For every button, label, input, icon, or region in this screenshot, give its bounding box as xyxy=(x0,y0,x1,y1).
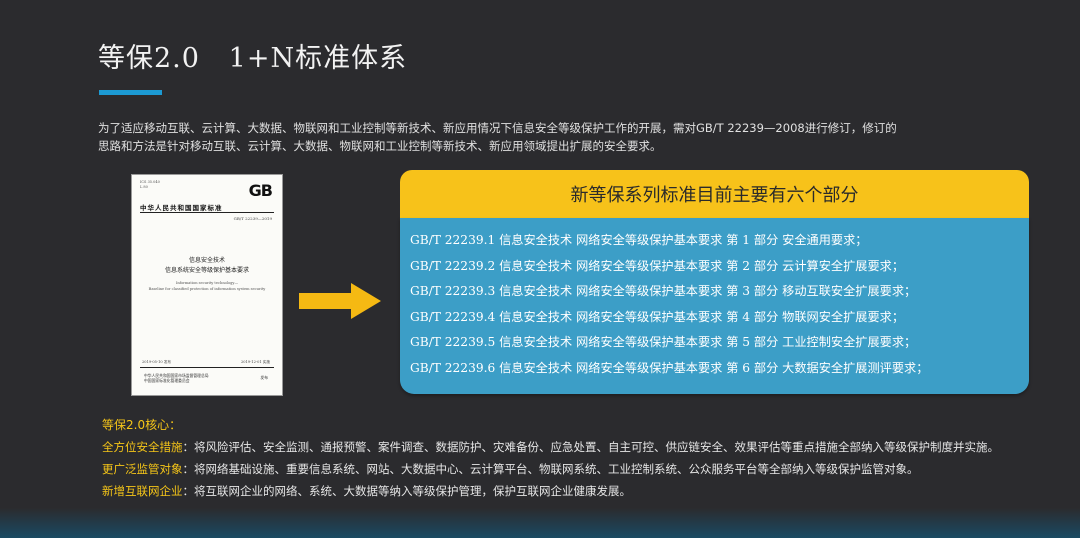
doc-issue-date: 2019-05-10 发布 xyxy=(142,360,172,364)
doc-ics: ICS 35.040 xyxy=(140,180,160,184)
doc-org: 中华人民共和国国家标准 xyxy=(140,204,223,212)
standard-item: GB/T 22239.1 信息安全技术 网络安全等级保护基本要求 第 1 部分 … xyxy=(410,233,868,247)
intro-paragraph: 为了适应移动互联、云计算、大数据、物联网和工业控制等新技术、新应用情况下信息安全… xyxy=(98,121,897,153)
doc-category: L 80 xyxy=(140,185,148,189)
core-text-2: ：将网络基础设施、重要信息系统、网站、大数据中心、云计算平台、物联网系统、工业控… xyxy=(182,462,919,476)
standards-panel: GB/T 22239.1 信息安全技术 网络安全等级保护基本要求 第 1 部分 … xyxy=(400,218,1029,394)
standards-panel-header: 新等保系列标准目前主要有六个部分 xyxy=(400,170,1029,218)
page-title: 等保2.0 1+N标准体系 xyxy=(98,43,408,74)
doc-publisher-2: 中国国家标准化管理委员会 xyxy=(144,378,190,383)
standard-item: GB/T 22239.2 信息安全技术 网络安全等级保护基本要求 第 2 部分 … xyxy=(410,258,905,273)
doc-title-en-1: Information security technology— xyxy=(175,281,239,285)
core-title: 等保2.0核心： xyxy=(102,418,182,432)
standard-item: GB/T 22239.3 信息安全技术 网络安全等级保护基本要求 第 3 部分 … xyxy=(410,284,917,299)
core-text-1: ：将风险评估、安全监测、通报预警、案件调查、数据防护、灾难备份、应急处置、自主可… xyxy=(182,440,1000,454)
core-line-3: 新增互联网企业：将互联网企业的网络、系统、大数据等纳入等级保护管理，保护互联网企… xyxy=(102,483,631,499)
doc-title-en-2: Baseline for classified protection of in… xyxy=(148,287,266,291)
standards-list: GB/T 22239.1 信息安全技术 网络安全等级保护基本要求 第 1 部分 … xyxy=(400,218,1029,382)
right-arrow-icon xyxy=(299,283,381,319)
doc-impl-date: 2019-12-01 实施 xyxy=(240,360,270,364)
standard-item: GB/T 22239.5 信息安全技术 网络安全等级保护基本要求 第 5 部分 … xyxy=(410,335,917,350)
doc-rule-bottom xyxy=(140,367,274,368)
core-text-3: ：将互联网企业的网络、系统、大数据等纳入等级保护管理，保护互联网企业健康发展。 xyxy=(182,484,632,498)
gb-logo: GB xyxy=(248,181,273,200)
core-line-2: 更广泛监管对象：将网络基础设施、重要信息系统、网站、大数据中心、云计算平台、物联… xyxy=(102,461,919,477)
title-underline xyxy=(99,90,162,95)
core-label-1: 全方位安全措施 xyxy=(102,440,183,454)
doc-title-2: 信息系统安全等级保护基本要求 xyxy=(164,267,249,274)
core-line-1: 全方位安全措施：将风险评估、安全监测、通报预警、案件调查、数据防护、灾难备份、应… xyxy=(102,439,999,455)
doc-std-no: GB/T 22239—2019 xyxy=(233,216,272,221)
bottom-gradient xyxy=(0,508,1080,538)
doc-rule-top xyxy=(140,212,274,213)
doc-publisher-3: 发布 xyxy=(260,375,268,380)
doc-title-1: 信息安全技术 xyxy=(188,257,225,264)
standard-document-image: ICS 35.040 L 80 GB 中华人民共和国国家标准 GB/T 2223… xyxy=(131,174,283,396)
core-label-2: 更广泛监管对象 xyxy=(102,462,183,476)
standard-item: GB/T 22239.4 信息安全技术 网络安全等级保护基本要求 第 4 部分 … xyxy=(410,309,905,324)
core-label-3: 新增互联网企业 xyxy=(102,484,183,498)
standard-item: GB/T 22239.6 信息安全技术 网络安全等级保护基本要求 第 6 部分 … xyxy=(410,360,929,375)
